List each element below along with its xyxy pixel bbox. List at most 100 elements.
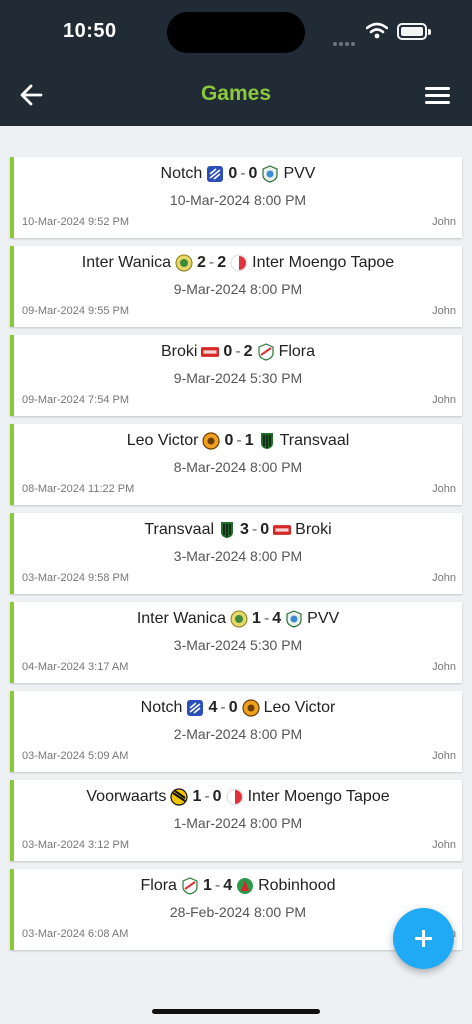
home-team-name: Inter Wanica xyxy=(136,610,227,627)
game-card[interactable]: Leo Victor 0-1 Transvaal 8-Mar-2024 8:00 PM… xyxy=(10,424,462,505)
away-team-name: Leo Victor xyxy=(263,699,336,716)
away-team-name: Transvaal xyxy=(279,432,350,449)
broki-logo-icon xyxy=(273,521,292,539)
menu-icon[interactable] xyxy=(424,84,452,108)
signal-icon xyxy=(333,33,357,51)
home-score: 4 xyxy=(208,699,218,716)
transvaal-logo-icon xyxy=(258,432,276,450)
game-card[interactable]: Transvaal 3-0 Broki 3-Mar-2024 8:00 PM 03-Ma… xyxy=(10,513,462,594)
match-datetime: 3-Mar-2024 8:00 PM xyxy=(173,548,303,564)
home-team-name: Broki xyxy=(160,343,198,360)
created-by-user: John xyxy=(432,305,456,317)
home-indicator xyxy=(152,1009,320,1014)
add-game-button[interactable] xyxy=(393,908,454,969)
created-by-user: John xyxy=(432,483,456,495)
game-card[interactable]: Broki 0-2 Flora 9-Mar-2024 5:30 PM 09-Mar-20… xyxy=(10,335,462,416)
match-line: Notch 4-0 Leo Victor xyxy=(14,699,462,717)
home-score: 1 xyxy=(252,610,261,627)
away-score: 0 xyxy=(212,788,222,805)
game-card[interactable]: Inter Wanica 2-2 Inter Moengo Tapoe 9-Mar-2… xyxy=(10,246,462,327)
created-timestamp: 08-Mar-2024 11:22 PM xyxy=(22,483,135,495)
home-score: 1 xyxy=(202,877,212,894)
interwanica-logo-icon xyxy=(175,254,193,272)
status-bar: 10:50 xyxy=(0,0,472,62)
created-by-user: John xyxy=(432,216,456,228)
match-datetime: 8-Mar-2024 8:00 PM xyxy=(173,459,303,475)
score-separator: - xyxy=(236,432,242,449)
created-timestamp: 10-Mar-2024 9:52 PM xyxy=(22,216,129,228)
home-team-name: Transvaal xyxy=(144,521,215,538)
app-header: 10:50 Games xyxy=(0,0,472,126)
flora-logo-icon xyxy=(181,877,199,895)
battery-icon xyxy=(397,23,431,40)
match-line: Flora 1-4 Robinhood xyxy=(14,877,462,895)
broki-logo-icon xyxy=(201,343,220,361)
away-score: 0 xyxy=(228,699,238,716)
away-score: 2 xyxy=(243,343,253,360)
away-score: 0 xyxy=(248,165,258,182)
games-list: Notch 0-0 PVV 10-Mar-2024 8:00 PM 10-Mar-202… xyxy=(10,157,462,958)
home-team-name: Voorwaarts xyxy=(86,788,167,805)
match-datetime: 3-Mar-2024 5:30 PM xyxy=(173,637,303,653)
home-score: 0 xyxy=(224,432,234,449)
created-by-user: John xyxy=(432,750,456,762)
created-timestamp: 03-Mar-2024 9:58 PM xyxy=(22,572,129,584)
score-separator: - xyxy=(263,610,270,627)
camera-notch xyxy=(167,12,305,53)
created-timestamp: 09-Mar-2024 7:54 PM xyxy=(22,394,129,406)
interwanica-logo-icon xyxy=(230,610,248,628)
game-card[interactable]: Notch 0-0 PVV 10-Mar-2024 8:00 PM 10-Mar-202… xyxy=(10,157,462,238)
score-separator: - xyxy=(208,254,215,271)
status-time: 10:50 xyxy=(63,20,117,42)
wifi-icon xyxy=(366,22,388,39)
score-separator: - xyxy=(251,521,258,538)
away-team-name: PVV xyxy=(307,610,340,627)
score-separator: - xyxy=(204,788,210,805)
moengo-logo-icon xyxy=(226,788,244,806)
away-team-name: Inter Moengo Tapoe xyxy=(252,254,395,271)
home-team-name: Leo Victor xyxy=(126,432,199,449)
voorwaarts-logo-icon xyxy=(170,788,189,806)
created-by-user: John xyxy=(432,839,456,851)
match-datetime: 1-Mar-2024 8:00 PM xyxy=(173,815,303,831)
leovictor-logo-icon xyxy=(241,699,260,717)
away-team-name: Robinhood xyxy=(258,877,336,894)
game-card[interactable]: Inter Wanica 1-4 PVV 3-Mar-2024 5:30 PM 04-M… xyxy=(10,602,462,683)
match-datetime: 10-Mar-2024 8:00 PM xyxy=(169,192,307,208)
match-line: Notch 0-0 PVV xyxy=(14,165,462,183)
created-timestamp: 03-Mar-2024 5:09 AM xyxy=(22,750,129,762)
game-card[interactable]: Notch 4-0 Leo Victor 2-Mar-2024 8:00 PM 03-M… xyxy=(10,691,462,772)
created-timestamp: 03-Mar-2024 6:08 AM xyxy=(22,928,129,940)
notch-logo-icon xyxy=(206,165,224,183)
flora-logo-icon xyxy=(257,343,275,361)
home-score: 0 xyxy=(223,343,233,360)
page-title: Games xyxy=(200,82,272,105)
home-score: 0 xyxy=(228,165,238,182)
match-datetime: 28-Feb-2024 8:00 PM xyxy=(169,904,307,920)
home-team-name: Notch xyxy=(160,165,203,182)
away-score: 1 xyxy=(244,432,254,449)
match-line: Leo Victor 0-1 Transvaal xyxy=(14,432,462,450)
created-by-user: John xyxy=(432,661,456,673)
created-by-user: John xyxy=(432,394,456,406)
match-datetime: 2-Mar-2024 8:00 PM xyxy=(173,726,303,742)
home-score: 2 xyxy=(197,254,206,271)
game-card[interactable]: Voorwaarts 1-0 Inter Moengo Tapoe 1-Mar-202… xyxy=(10,780,462,861)
match-line: Transvaal 3-0 Broki xyxy=(14,521,462,539)
leovictor-logo-icon xyxy=(202,432,221,450)
score-separator: - xyxy=(214,877,221,894)
notch-logo-icon xyxy=(186,699,204,717)
match-datetime: 9-Mar-2024 5:30 PM xyxy=(173,370,303,386)
away-team-name: Flora xyxy=(278,343,316,360)
match-datetime: 9-Mar-2024 8:00 PM xyxy=(173,281,303,297)
created-timestamp: 04-Mar-2024 3:17 AM xyxy=(22,661,129,673)
robinhood-logo-icon xyxy=(236,877,254,895)
home-score: 1 xyxy=(192,788,202,805)
score-separator: - xyxy=(235,343,241,360)
home-team-name: Flora xyxy=(140,877,177,894)
home-team-name: Inter Wanica xyxy=(81,254,172,271)
home-score: 3 xyxy=(240,521,249,538)
match-line: Inter Wanica 1-4 PVV xyxy=(14,610,462,628)
match-line: Voorwaarts 1-0 Inter Moengo Tapoe xyxy=(14,788,462,806)
created-timestamp: 09-Mar-2024 9:55 PM xyxy=(22,305,129,317)
